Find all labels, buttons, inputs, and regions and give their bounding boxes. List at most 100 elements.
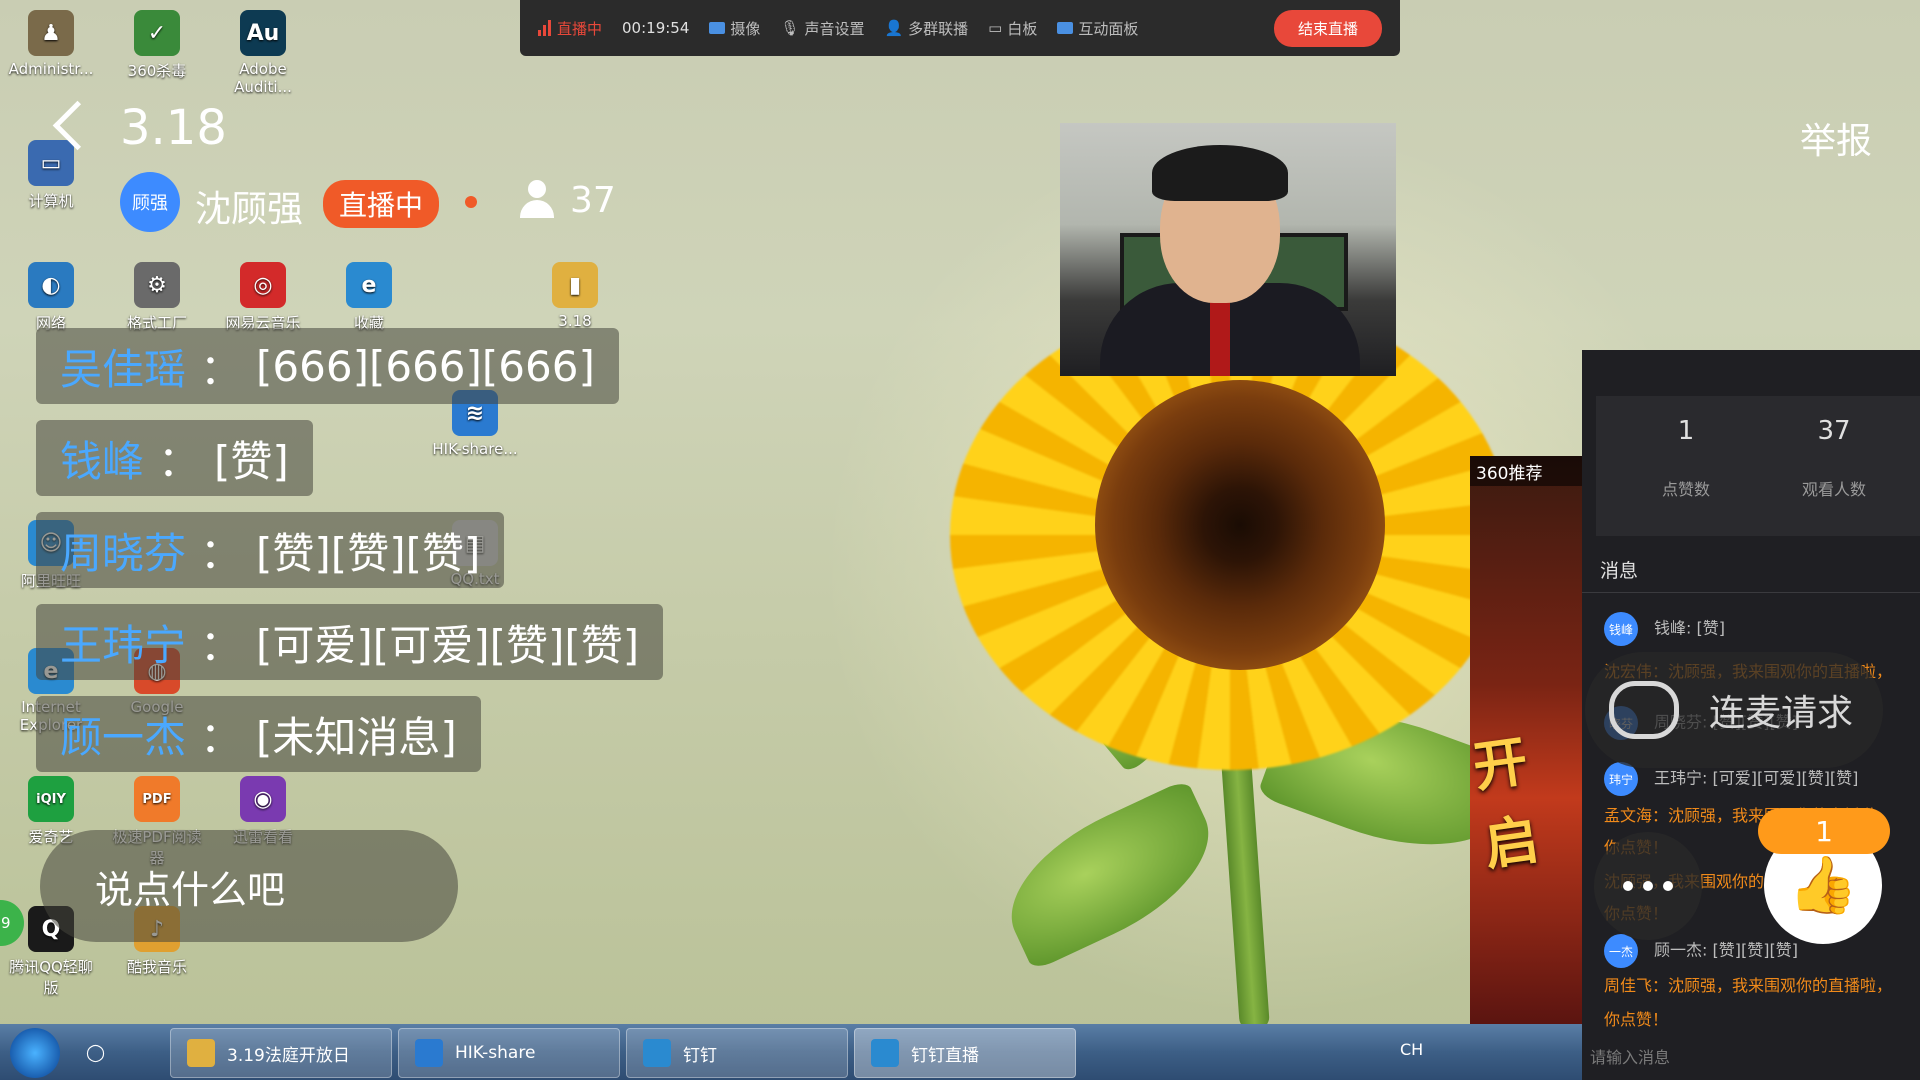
start-button[interactable] (10, 1028, 60, 1078)
likes-label: 点赞数 (1661, 480, 1710, 499)
chat-sender: 顾一杰 (60, 712, 187, 762)
camera-button[interactable]: 摄像 (709, 18, 760, 39)
chat-separator: ： (200, 712, 243, 762)
like-count-badge: 1 (1758, 808, 1890, 854)
desktop-icon[interactable]: ◎ 网易云音乐 (218, 262, 308, 333)
live-status: 直播中 (538, 18, 602, 39)
app-icon: ◉ (240, 776, 286, 822)
live-status-label: 直播中 (557, 19, 603, 38)
link-icon (1609, 681, 1679, 739)
message-avatar: 钱峰 (1604, 612, 1638, 646)
panel-message: 钱峰 钱峰: [赞] (1604, 612, 1725, 646)
input-language: CH (1400, 1040, 1424, 1059)
app-icon: PDF (134, 776, 180, 822)
app-icon: ⚙ (134, 262, 180, 308)
chat-separator: ： (158, 436, 201, 486)
chat-message: 周晓芬 ： [赞][赞][赞] (36, 512, 505, 588)
live-badge: 直播中 (323, 180, 440, 228)
mic-icon: 🎙 (780, 19, 800, 37)
desktop-icon[interactable]: ✓ 360杀毒 (112, 10, 202, 81)
whiteboard-label: 白板 (1007, 19, 1038, 38)
interact-panel-button[interactable]: 互动面板 (1057, 18, 1138, 39)
taskbar-button[interactable]: 钉钉 (626, 1028, 848, 1078)
chat-text: [未知消息] (256, 712, 457, 762)
report-button[interactable]: 举报 (1800, 112, 1872, 164)
chat-message: 王玮宁 ： [可爱][可爱][赞][赞] (36, 604, 664, 680)
desktop-icon-label: Adobe Auditi... (234, 60, 292, 96)
desktop-icon-label: 计算机 (28, 192, 74, 210)
desktop-icon-label: HIK-share... (432, 440, 518, 458)
camera-preview[interactable] (1060, 123, 1396, 376)
desktop-icon[interactable]: Au Adobe Auditi... (218, 10, 308, 96)
chat-icon (1057, 22, 1074, 34)
app-icon: ◎ (240, 262, 286, 308)
desktop-icon-label: Administr... (8, 60, 94, 78)
live-dot-icon (465, 196, 477, 208)
viewers-label: 观看人数 (1801, 480, 1866, 499)
chat-message: 顾一杰 ： [未知消息] (36, 696, 481, 772)
panel-message: 周佳飞：沈顾强，我来围观你的直播啦， (1604, 972, 1892, 996)
interact-panel-label: 互动面板 (1078, 19, 1139, 38)
back-arrow-icon[interactable] (50, 98, 90, 158)
desktop-icon[interactable]: ♟ Administr... (6, 10, 96, 78)
calendar-icon (871, 1039, 899, 1067)
comment-input[interactable]: 说点什么吧 (40, 830, 458, 942)
viewer-icon (518, 180, 556, 220)
app-icon: Au (240, 10, 286, 56)
taskbar-button[interactable]: HIK-share (398, 1028, 620, 1078)
chat-text: [赞] (214, 436, 289, 486)
dot-icon (1663, 881, 1673, 891)
search-button[interactable]: ◯ (78, 1028, 126, 1078)
host-name: 沈顾强 (195, 189, 304, 230)
system-tray[interactable]: CH (1400, 1040, 1423, 1059)
message-text: 顾一杰: [赞][赞][赞] (1654, 940, 1798, 960)
dingtalk-icon (643, 1039, 671, 1067)
chat-text: [可爱][可爱][赞][赞] (256, 620, 640, 670)
multi-group-button[interactable]: 👤 多群联播 (884, 18, 968, 39)
live-stats: 1 点赞数 37 观看人数 (1596, 396, 1920, 536)
message-input[interactable]: 请输入消息 (1590, 1044, 1670, 1068)
message-text: 周佳飞：沈顾强，我来围观你的直播啦， (1604, 976, 1893, 995)
thumbs-up-icon: 👍 (1788, 853, 1858, 918)
multi-group-label: 多群联播 (908, 19, 969, 38)
app-icon: iQIY (28, 776, 74, 822)
panel-message: 一杰 顾一杰: [赞][赞][赞] (1604, 934, 1798, 968)
ad-banner[interactable]: 360推荐 开启 (1469, 456, 1582, 1026)
more-button[interactable] (1594, 832, 1702, 940)
whiteboard-button[interactable]: ▭ 白板 (988, 18, 1037, 39)
signal-bars-icon (538, 20, 551, 36)
desktop-icon[interactable]: ⚙ 格式工厂 (112, 262, 202, 333)
panel-message: 你点赞！ (1604, 1006, 1668, 1030)
taskbar-button-label: 钉钉直播 (911, 1045, 979, 1066)
dot-icon (1623, 881, 1633, 891)
camera-label: 摄像 (730, 19, 761, 38)
mic-request-button[interactable]: 连麦请求 (1585, 652, 1883, 768)
desktop-icon[interactable]: e 收藏 (324, 262, 414, 333)
chat-sender: 钱峰 (60, 436, 145, 486)
end-live-button[interactable]: 结束直播 (1273, 9, 1382, 47)
desktop-icon[interactable]: ▮ 3.18 (530, 262, 620, 330)
audio-settings-button[interactable]: 🎙 声音设置 (780, 18, 864, 39)
taskbar-button[interactable]: 钉钉直播 (854, 1028, 1076, 1078)
wifi-icon (415, 1039, 443, 1067)
divider (1582, 592, 1920, 593)
viewer-count: 37 (570, 180, 616, 221)
taskbar-button-label: HIK-share (455, 1043, 536, 1063)
desktop-icon[interactable]: ◐ 网络 (6, 262, 96, 333)
taskbar-button[interactable]: 3.19法庭开放日 (170, 1028, 392, 1078)
chat-separator: ： (200, 344, 243, 394)
message-text: 王玮宁: [可爱][可爱][赞][赞] (1654, 768, 1859, 788)
whiteboard-icon: ▭ (988, 19, 1003, 37)
taskbar-button-label: 钉钉 (683, 1045, 717, 1066)
likes-stat: 1 点赞数 (1616, 416, 1756, 500)
presenter-hair (1152, 145, 1288, 201)
chat-text: [666][666][666] (256, 341, 595, 391)
host-avatar[interactable]: 顾强 (120, 172, 180, 232)
app-icon: ✓ (134, 10, 180, 56)
app-icon: ♟ (28, 10, 74, 56)
app-icon: ▮ (552, 262, 598, 308)
app-icon: ◐ (28, 262, 74, 308)
user-icon: 👤 (884, 19, 904, 37)
chat-message: 钱峰 ： [赞] (36, 420, 313, 496)
likes-value: 1 (1677, 416, 1695, 446)
